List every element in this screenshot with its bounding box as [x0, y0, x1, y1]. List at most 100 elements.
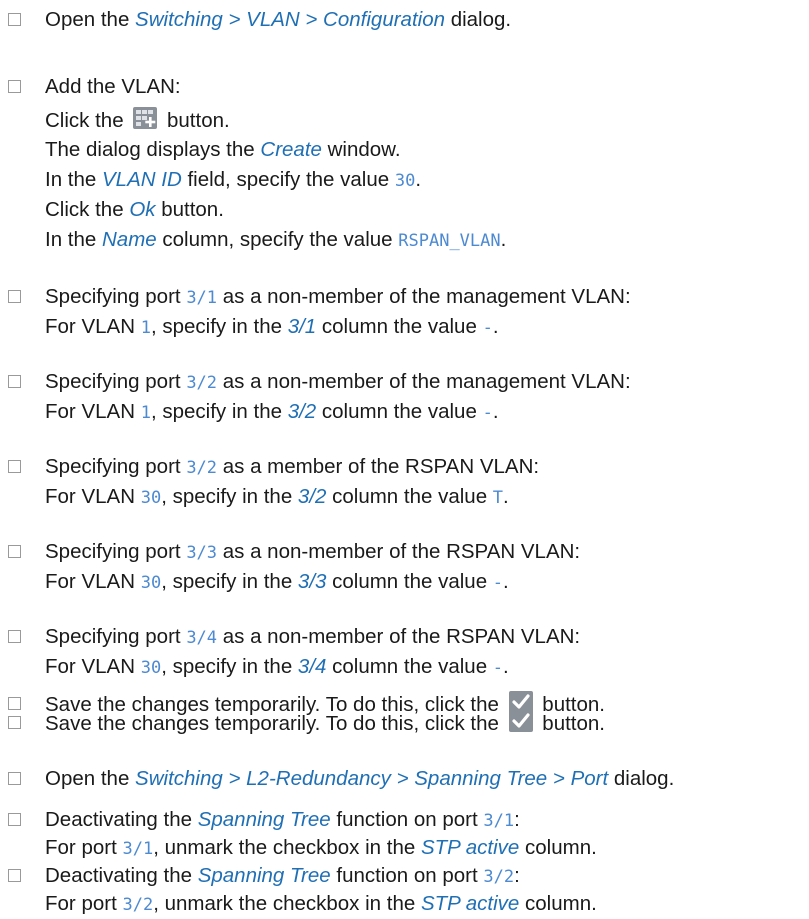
ui-reference: Create	[260, 138, 322, 161]
text-run: , specify in the	[150, 315, 288, 338]
step-text: Specifying port 3/3 as a non-member of t…	[45, 538, 580, 567]
text-run: Specifying port	[45, 625, 187, 648]
text-run: as a non-member of the RSPAN VLAN:	[217, 625, 581, 648]
text-run: button.	[536, 693, 605, 716]
step-checkbox[interactable]	[8, 460, 21, 473]
code-value: 3/1	[483, 811, 515, 831]
text-run: , specify in the	[161, 485, 298, 508]
step-text: In the Name column, specify the value RS…	[45, 226, 506, 255]
ui-reference: Switching > VLAN > Configuration	[135, 8, 445, 31]
step-text: Specifying port 3/2 as a member of the R…	[45, 453, 539, 482]
code-value: 3/2	[122, 895, 154, 915]
ui-reference: Switching > L2-Redundancy > Spanning Tre…	[135, 767, 609, 790]
step-checkbox[interactable]	[8, 869, 21, 882]
text-run: column the value	[326, 655, 493, 678]
ui-reference: 3/3	[297, 570, 327, 593]
text-run: In the	[45, 228, 102, 251]
ui-reference: 3/1	[287, 315, 317, 338]
step-text: Specifying port 3/1 as a non-member of t…	[45, 283, 631, 312]
text-run: dialog.	[608, 767, 675, 790]
text-run: Save the changes temporarily. To do this…	[45, 693, 505, 716]
step-checkbox[interactable]	[8, 772, 21, 785]
text-run: .	[503, 655, 509, 678]
ui-reference: Spanning Tree	[197, 864, 331, 887]
step-checkbox[interactable]	[8, 290, 21, 303]
step-text: Specifying port 3/2 as a non-member of t…	[45, 368, 631, 397]
text-run: For VLAN	[45, 315, 141, 338]
text-run: Deactivating the	[45, 864, 198, 887]
text-run: as a non-member of the RSPAN VLAN:	[217, 540, 581, 563]
step-checkbox[interactable]	[8, 80, 21, 93]
text-run: column the value	[316, 315, 483, 338]
text-run: dialog.	[445, 8, 512, 31]
text-run: function on port	[330, 864, 484, 887]
step-checkbox[interactable]	[8, 697, 21, 710]
step-text: For VLAN 1, specify in the 3/2 column th…	[45, 398, 499, 427]
text-run: Specifying port	[45, 540, 187, 563]
code-value: -	[492, 658, 504, 678]
step-checkbox[interactable]	[8, 813, 21, 826]
text-run: , unmark the checkbox in the	[153, 892, 421, 915]
text-run: Deactivating the	[45, 808, 198, 831]
text-run: function on port	[330, 808, 484, 831]
step-text: For VLAN 30, specify in the 3/3 column t…	[45, 568, 509, 597]
code-value: 30	[140, 658, 162, 678]
text-run: column the value	[316, 400, 483, 423]
text-run: .	[492, 315, 499, 338]
checkmark-icon	[508, 690, 534, 721]
text-run: .	[500, 228, 507, 251]
code-value: 3/2	[483, 867, 515, 887]
text-run: :	[514, 808, 520, 831]
code-value: 3/1	[186, 288, 218, 308]
step-checkbox[interactable]	[8, 716, 21, 729]
step-checkbox[interactable]	[8, 630, 21, 643]
code-value: 30	[394, 171, 416, 191]
text-run: column the value	[326, 570, 493, 593]
text-run: For VLAN	[45, 400, 141, 423]
text-run: as a non-member of the management VLAN:	[217, 370, 631, 393]
code-value: -	[482, 318, 493, 338]
text-run: For VLAN	[45, 485, 141, 508]
step-checkbox[interactable]	[8, 375, 21, 388]
text-run: .	[503, 570, 509, 593]
text-run: Open the	[45, 767, 136, 790]
code-value: 3/4	[186, 628, 218, 648]
text-run: , specify in the	[150, 400, 288, 423]
add-table-icon	[132, 106, 158, 137]
text-run: For VLAN	[45, 570, 141, 593]
step-text: Click the Ok button.	[45, 196, 224, 223]
code-value: RSPAN_VLAN	[398, 231, 501, 251]
text-run: button.	[161, 109, 230, 132]
step-text: Save the changes temporarily. To do this…	[45, 690, 605, 721]
text-run: as a member of the RSPAN VLAN:	[217, 455, 540, 478]
step-text: Deactivating the Spanning Tree function …	[45, 806, 520, 835]
text-run: as a non-member of the management VLAN:	[217, 285, 631, 308]
text-run: button.	[155, 198, 224, 221]
code-value: 1	[140, 403, 151, 423]
text-run: Specifying port	[45, 370, 187, 393]
text-run: Open the	[45, 8, 136, 31]
ui-reference: Ok	[129, 198, 156, 221]
step-checkbox[interactable]	[8, 13, 21, 26]
code-value: 1	[140, 318, 151, 338]
ui-reference: STP active	[420, 836, 520, 859]
text-run: field, specify the value	[181, 168, 395, 191]
ui-reference: Name	[102, 228, 157, 251]
ui-reference: STP active	[420, 892, 520, 915]
text-run: , specify in the	[161, 655, 298, 678]
text-run: .	[492, 400, 499, 423]
ui-reference: 3/2	[287, 400, 317, 423]
step-text: In the VLAN ID field, specify the value …	[45, 166, 421, 195]
text-run: For VLAN	[45, 655, 141, 678]
text-run: The dialog displays the	[45, 138, 261, 161]
text-run: Add the VLAN:	[45, 75, 181, 98]
step-checkbox[interactable]	[8, 545, 21, 558]
code-value: -	[492, 573, 504, 593]
text-run: Specifying port	[45, 285, 187, 308]
step-text: Specifying port 3/4 as a non-member of t…	[45, 623, 580, 652]
code-value: -	[482, 403, 493, 423]
text-run: column.	[519, 892, 597, 915]
text-run: :	[514, 864, 520, 887]
ui-reference: Spanning Tree	[197, 808, 331, 831]
text-run: window.	[321, 138, 401, 161]
